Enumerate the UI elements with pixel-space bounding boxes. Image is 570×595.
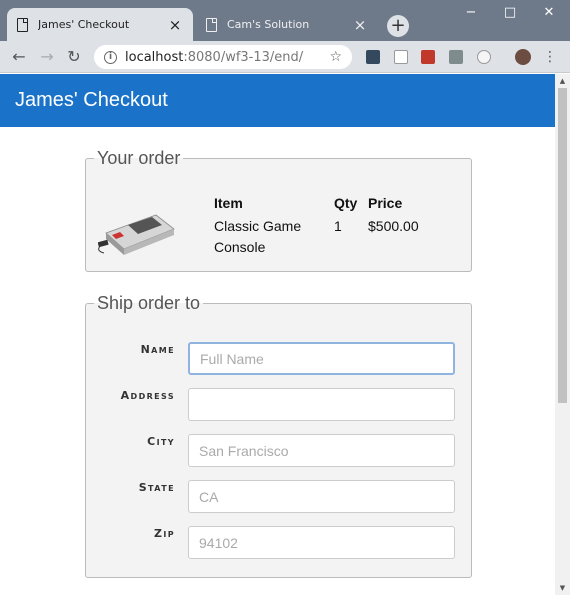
browser-toolbar: ← → ↻ i localhost:8080/wf3-13/end/ ☆ ⋮ [0,41,570,73]
address-field[interactable] [188,388,455,421]
state-label: State [138,481,175,494]
city-label: City [147,435,175,448]
state-row: State [86,480,473,514]
zip-label: Zip [153,527,175,540]
ship-legend: Ship order to [97,293,201,313]
url-path: :8080/wf3-13/end/ [183,49,304,65]
item-qty: 1 [334,218,342,234]
address-bar[interactable]: i localhost:8080/wf3-13/end/ ☆ [94,45,352,69]
column-header-item: Item [214,195,243,211]
extension-icon[interactable] [477,50,491,64]
extension-icon[interactable] [449,50,463,64]
extension-icon[interactable] [421,50,435,64]
ship-fieldset: Ship order to Name Address City State Zi… [85,293,472,578]
address-label: Address [120,389,175,402]
order-fieldset: Your order Item Qty Price Classic Game C… [85,148,472,272]
column-header-qty: Qty [334,195,358,211]
forward-icon[interactable]: → [36,46,58,68]
star-icon[interactable]: ☆ [329,49,342,65]
page-title: James' Checkout [15,89,168,111]
name-row: Name [86,342,473,376]
table-row: Classic Game Console 1 $500.00 [214,214,438,260]
item-name: Classic Game Console [214,218,302,255]
minimize-icon[interactable]: − [452,0,490,28]
tab-title: Cam's Solution [227,18,310,31]
url-host: localhost [125,49,184,65]
maximize-icon[interactable]: □ [491,0,529,28]
order-table: Item Qty Price Classic Game Console 1 $5… [214,192,438,260]
scrollbar[interactable]: ▲ ▼ [555,74,570,595]
extension-icon[interactable] [366,50,380,64]
zip-row: Zip [86,526,473,560]
tab-title: James' Checkout [38,18,130,31]
close-icon[interactable]: × [352,16,368,34]
reload-icon[interactable]: ↻ [63,46,85,68]
tab-james-checkout[interactable]: James' Checkout × [7,8,193,41]
item-price: $500.00 [368,218,419,234]
avatar[interactable] [515,49,531,65]
scroll-down-icon[interactable]: ▼ [555,581,570,595]
page-viewport: James' Checkout Your order Item Qty Pric… [0,74,555,595]
doc-icon [206,17,217,32]
name-label: Name [140,343,175,356]
city-field[interactable] [188,434,455,467]
info-icon[interactable]: i [104,50,117,64]
scrollbar-thumb[interactable] [558,88,567,403]
plus-icon[interactable]: + [387,15,409,37]
back-icon[interactable]: ← [8,46,30,68]
order-legend: Your order [97,148,181,168]
tab-strip: James' Checkout × Cam's Solution × + − □… [0,0,570,41]
scroll-up-icon[interactable]: ▲ [555,74,570,88]
extension-icon[interactable] [394,50,408,64]
tab-cams-solution[interactable]: Cam's Solution × [196,8,378,41]
name-field[interactable] [188,342,455,375]
doc-icon [17,17,28,32]
game-console-image [98,214,175,255]
column-header-price: Price [368,195,403,211]
close-icon[interactable]: × [167,16,183,34]
page-header: James' Checkout [0,74,555,127]
state-field[interactable] [188,480,455,513]
window-close-icon[interactable]: ✕ [530,0,568,28]
menu-icon[interactable]: ⋮ [539,46,561,68]
address-row: Address [86,388,473,422]
city-row: City [86,434,473,468]
zip-field[interactable] [188,526,455,559]
